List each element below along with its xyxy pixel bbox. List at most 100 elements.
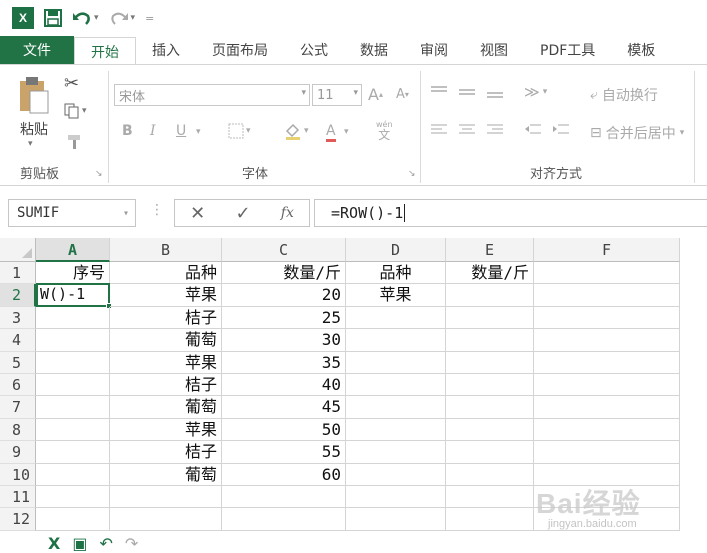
redo-icon[interactable]: ↷ <box>125 535 138 553</box>
tab-page-layout[interactable]: 页面布局 <box>196 36 284 64</box>
cell-d9[interactable] <box>346 441 446 464</box>
cell-b7[interactable]: 葡萄 <box>110 396 222 419</box>
cell-a8[interactable] <box>36 418 110 442</box>
cell-b11[interactable] <box>110 486 222 509</box>
cell-d1[interactable]: 品种 <box>346 262 446 285</box>
cell-b1[interactable]: 品种 <box>110 262 222 285</box>
save-icon[interactable] <box>44 9 62 27</box>
tab-formulas[interactable]: 公式 <box>284 36 344 64</box>
cut-icon[interactable]: ✂ <box>64 73 79 94</box>
cell-e2[interactable] <box>446 284 534 307</box>
cell-e12[interactable] <box>446 508 534 531</box>
underline-dropdown-icon[interactable]: ▾ <box>196 127 201 137</box>
cell-b12[interactable] <box>110 508 222 531</box>
tab-review[interactable]: 审阅 <box>404 36 464 64</box>
save-icon[interactable]: ▣ <box>72 535 87 553</box>
row-header-10[interactable]: 10 <box>0 463 36 486</box>
cell-d12[interactable] <box>346 508 446 531</box>
cell-c9[interactable]: 55 <box>222 441 346 464</box>
cell-d5[interactable] <box>346 351 446 374</box>
align-center-icon[interactable] <box>458 123 476 137</box>
tab-templates[interactable]: 模板 <box>611 36 671 64</box>
name-box[interactable]: SUMIF ▾ <box>8 199 136 227</box>
font-launcher-icon[interactable]: ↘ <box>408 169 416 179</box>
phonetic-guide-icon[interactable]: wén 文 <box>376 119 393 141</box>
align-bottom-icon[interactable] <box>486 85 504 99</box>
cell-f8[interactable] <box>534 418 680 442</box>
cell-f3[interactable] <box>534 306 680 330</box>
borders-icon[interactable]: ▾ <box>228 123 251 139</box>
paste-dropdown-icon[interactable]: ▾ <box>28 139 33 149</box>
cell-d6[interactable] <box>346 374 446 397</box>
row-header-1[interactable]: 1 <box>0 262 36 285</box>
orientation-icon[interactable]: ≫ ▾ <box>524 83 547 101</box>
cell-d8[interactable] <box>346 418 446 442</box>
cell-d2[interactable]: 苹果 <box>346 284 446 307</box>
font-color-dropdown-icon[interactable]: ▾ <box>344 127 349 137</box>
font-name-dropdown[interactable]: 宋体 ▾ <box>114 84 310 106</box>
cell-b4[interactable]: 葡萄 <box>110 329 222 352</box>
column-header-c[interactable]: C <box>222 238 346 262</box>
cell-c8[interactable]: 50 <box>222 418 346 442</box>
cell-c4[interactable]: 30 <box>222 329 346 352</box>
cell-a9[interactable] <box>36 441 110 464</box>
column-header-f[interactable]: F <box>534 238 680 262</box>
cell-f6[interactable] <box>534 374 680 397</box>
undo-icon[interactable]: ▾ <box>72 9 99 27</box>
bold-button[interactable]: B <box>122 123 133 139</box>
cell-c6[interactable]: 40 <box>222 374 346 397</box>
row-header-12[interactable]: 12 <box>0 508 36 531</box>
wrap-text-button[interactable]: ⤶ 自动换行 <box>590 85 658 105</box>
cell-b2[interactable]: 苹果 <box>110 284 222 307</box>
tab-pdf-tools[interactable]: PDF工具 <box>524 36 611 64</box>
clipboard-launcher-icon[interactable]: ↘ <box>95 169 103 179</box>
cell-d3[interactable] <box>346 306 446 330</box>
redo-icon[interactable]: ▾ <box>109 9 136 27</box>
tab-data[interactable]: 数据 <box>344 36 404 64</box>
font-color-button[interactable]: A <box>326 123 336 142</box>
row-header-6[interactable]: 6 <box>0 374 36 397</box>
align-left-icon[interactable] <box>430 123 448 137</box>
cell-e5[interactable] <box>446 351 534 374</box>
cell-c5[interactable]: 35 <box>222 351 346 374</box>
cell-e9[interactable] <box>446 441 534 464</box>
cell-b6[interactable]: 桔子 <box>110 374 222 397</box>
cell-e4[interactable] <box>446 329 534 352</box>
cell-a6[interactable] <box>36 374 110 397</box>
column-header-e[interactable]: E <box>446 238 534 262</box>
shrink-font-button[interactable]: A ▾ <box>396 87 409 102</box>
cell-e6[interactable] <box>446 374 534 397</box>
cell-d10[interactable] <box>346 463 446 486</box>
row-header-4[interactable]: 4 <box>0 329 36 352</box>
cell-b5[interactable]: 苹果 <box>110 351 222 374</box>
cell-f7[interactable] <box>534 396 680 419</box>
fill-color-icon[interactable]: ▾ <box>284 122 309 140</box>
cell-e1[interactable]: 数量/斤 <box>446 262 534 285</box>
tab-view[interactable]: 视图 <box>464 36 524 64</box>
align-middle-icon[interactable] <box>458 85 476 99</box>
cell-f9[interactable] <box>534 441 680 464</box>
copy-icon[interactable]: ▾ <box>64 103 87 119</box>
redo-dropdown-icon[interactable]: ▾ <box>131 13 136 23</box>
enter-icon[interactable]: ✓ <box>235 203 250 224</box>
cell-f1[interactable] <box>534 262 680 285</box>
cell-e3[interactable] <box>446 306 534 330</box>
cell-a1[interactable]: 序号 <box>36 262 110 285</box>
row-header-11[interactable]: 11 <box>0 486 36 509</box>
undo-icon[interactable]: ↶ <box>99 535 112 553</box>
cell-a4[interactable] <box>36 329 110 352</box>
insert-function-icon[interactable]: fx <box>281 205 294 221</box>
cell-f2[interactable] <box>534 284 680 307</box>
row-header-2[interactable]: 2 <box>0 284 36 307</box>
formula-input[interactable]: =ROW()-1 <box>314 199 707 227</box>
cell-d4[interactable] <box>346 329 446 352</box>
cell-b8[interactable]: 苹果 <box>110 418 222 442</box>
row-header-5[interactable]: 5 <box>0 351 36 374</box>
underline-button[interactable]: U <box>176 123 186 139</box>
cell-d11[interactable] <box>346 486 446 509</box>
font-size-dropdown[interactable]: 11 ▾ <box>312 84 362 106</box>
cell-e7[interactable] <box>446 396 534 419</box>
cell-c1[interactable]: 数量/斤 <box>222 262 346 285</box>
customize-qat-icon[interactable]: = <box>145 12 154 25</box>
cell-a7[interactable] <box>36 396 110 419</box>
